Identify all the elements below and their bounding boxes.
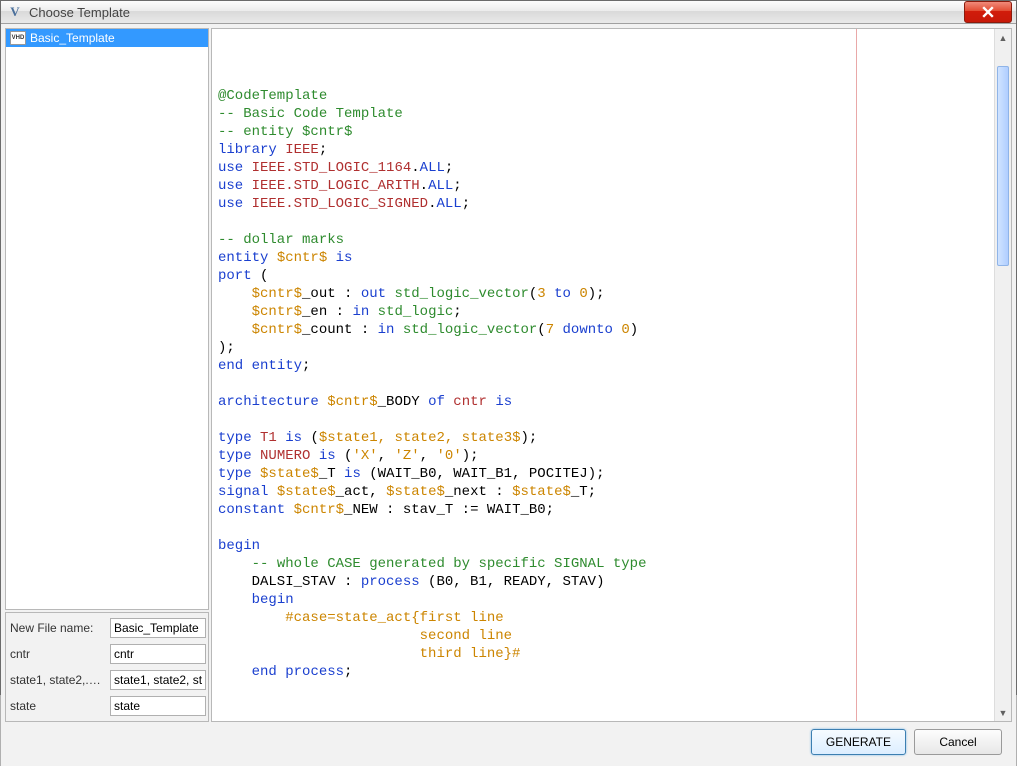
app-icon: V xyxy=(7,4,23,20)
code-line: port ( xyxy=(218,267,988,285)
code-line: type T1 is ($state1, state2, state3$); xyxy=(218,429,988,447)
code-line: architecture $cntr$_BODY of cntr is xyxy=(218,393,988,411)
form-label: state xyxy=(6,693,106,719)
code-line: type $state$_T is (WAIT_B0, WAIT_B1, POC… xyxy=(218,465,988,483)
cancel-button[interactable]: Cancel xyxy=(914,729,1002,755)
code-line: library IEEE; xyxy=(218,141,988,159)
code-line: -- whole CASE generated by specific SIGN… xyxy=(218,555,988,573)
code-line: begin xyxy=(218,591,988,609)
code-line: use IEEE.STD_LOGIC_ARITH.ALL; xyxy=(218,177,988,195)
code-line xyxy=(218,375,988,393)
code-line: ); xyxy=(218,339,988,357)
template-label: Basic_Template xyxy=(30,31,115,45)
dialog-footer: GENERATE Cancel xyxy=(5,722,1012,762)
parameter-form: New File name:cntrstate1, state2,..., st… xyxy=(5,612,209,722)
vhd-file-icon: VHD xyxy=(10,31,26,45)
code-line: begin xyxy=(218,537,988,555)
code-line: end process; xyxy=(218,663,988,681)
code-area[interactable]: @CodeTemplate-- Basic Code Template-- en… xyxy=(212,29,994,721)
code-line: -- dollar marks xyxy=(218,231,988,249)
form-input[interactable] xyxy=(110,696,206,716)
code-line: entity $cntr$ is xyxy=(218,249,988,267)
code-line: @CodeTemplate xyxy=(218,87,988,105)
code-line: $cntr$_en : in std_logic; xyxy=(218,303,988,321)
code-line: third line}# xyxy=(218,645,988,663)
form-input[interactable] xyxy=(110,644,206,664)
generate-button[interactable]: GENERATE xyxy=(811,729,906,755)
form-label: New File name: xyxy=(6,615,106,641)
code-line: end entity; xyxy=(218,357,988,375)
code-line: type NUMERO is ('X', 'Z', '0'); xyxy=(218,447,988,465)
code-line xyxy=(218,519,988,537)
scroll-track[interactable] xyxy=(995,46,1011,704)
close-icon xyxy=(982,6,994,18)
scroll-down-arrow[interactable]: ▼ xyxy=(995,704,1011,721)
code-line: -- Basic Code Template xyxy=(218,105,988,123)
code-line: use IEEE.STD_LOGIC_SIGNED.ALL; xyxy=(218,195,988,213)
code-line: $cntr$_out : out std_logic_vector(3 to 0… xyxy=(218,285,988,303)
scroll-thumb[interactable] xyxy=(997,66,1009,266)
window-title: Choose Template xyxy=(29,5,130,20)
form-input[interactable] xyxy=(110,670,206,690)
code-line: second line xyxy=(218,627,988,645)
code-preview-panel: @CodeTemplate-- Basic Code Template-- en… xyxy=(211,28,1012,722)
code-line: $cntr$_count : in std_logic_vector(7 dow… xyxy=(218,321,988,339)
code-line: -- entity $cntr$ xyxy=(218,123,988,141)
choose-template-window: V Choose Template VHD Basic_Template New … xyxy=(0,0,1017,695)
close-button[interactable] xyxy=(964,1,1012,23)
code-line: #case=state_act{first line xyxy=(218,609,988,627)
form-input[interactable] xyxy=(110,618,206,638)
form-label: state1, state2,..., stateN xyxy=(6,667,106,693)
code-line xyxy=(218,213,988,231)
titlebar[interactable]: V Choose Template xyxy=(1,1,1016,24)
code-line: constant $cntr$_NEW : stav_T := WAIT_B0; xyxy=(218,501,988,519)
code-line xyxy=(218,411,988,429)
form-label: cntr xyxy=(6,641,106,667)
vertical-scrollbar[interactable]: ▲ ▼ xyxy=(994,29,1011,721)
content-area: VHDBasic_Template New File name:cntrstat… xyxy=(1,24,1016,766)
code-line: DALSI_STAV : process (B0, B1, READY, STA… xyxy=(218,573,988,591)
template-list[interactable]: VHD Basic_Template xyxy=(5,28,209,610)
scroll-up-arrow[interactable]: ▲ xyxy=(995,29,1011,46)
code-line: signal $state$_act, $state$_next : $stat… xyxy=(218,483,988,501)
template-list-item[interactable]: VHD Basic_Template xyxy=(6,29,208,47)
code-line: use IEEE.STD_LOGIC_1164.ALL; xyxy=(218,159,988,177)
